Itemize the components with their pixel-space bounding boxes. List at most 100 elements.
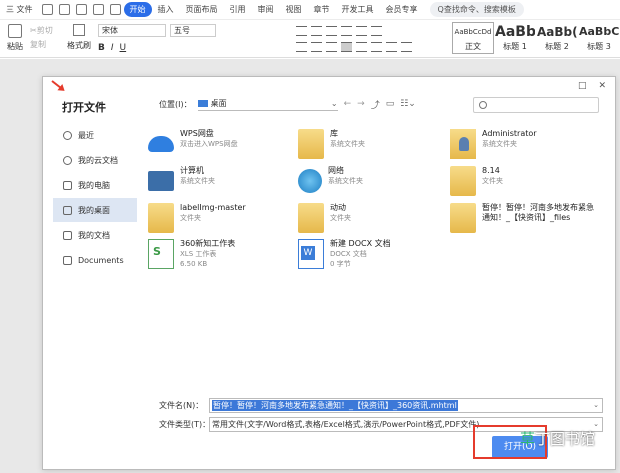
align-center-icon[interactable] <box>311 42 322 52</box>
style-preview: AaBb <box>495 24 535 40</box>
tab-dev-tools[interactable]: 开发工具 <box>336 4 380 15</box>
up-folder-icon[interactable]: ⤴ <box>371 98 380 111</box>
indent-icon[interactable] <box>341 26 352 36</box>
dialog-title: 打开文件 <box>62 101 106 114</box>
style-preview: AaBb( <box>537 25 577 39</box>
tab-start[interactable]: 开始 <box>123 2 152 17</box>
paste-label: 粘贴 <box>7 42 23 51</box>
file-item[interactable]: Administrator 系统文件夹 <box>450 129 600 163</box>
bullets-icon[interactable] <box>296 26 307 36</box>
file-item[interactable]: 计算机 系统文件夹 <box>148 166 298 200</box>
file-name: Administrator <box>482 129 537 138</box>
tab-member[interactable]: 会员专享 <box>380 4 424 15</box>
filename-input[interactable]: 暂停！暂停！河南多地发布紧急通知！_【快资讯】_360资讯.mhtml ⌄ <box>209 398 603 413</box>
view-menu-icon[interactable]: ☷⌄ <box>400 99 416 109</box>
sidebar-item-recent[interactable]: 最近 <box>53 123 137 147</box>
show-marks-icon[interactable] <box>371 26 382 36</box>
bold-button[interactable]: B <box>98 43 105 53</box>
maximize-icon[interactable]: □ <box>578 81 587 91</box>
file-item[interactable]: 8.14 文件夹 <box>450 166 600 200</box>
font-size-select[interactable]: 五号 <box>170 24 216 37</box>
paragraph-tools-row2 <box>296 42 412 52</box>
border-icon[interactable] <box>401 42 412 52</box>
watermark: 草丁图书馆 <box>520 428 595 449</box>
file-type: 双击进入WPS网盘 <box>180 140 238 148</box>
sidebar-item-my-computer[interactable]: 我的电脑 <box>53 173 137 197</box>
sidebar-item-label: 最近 <box>78 130 94 140</box>
sidebar-item-my-documents[interactable]: 我的文档 <box>53 223 137 247</box>
command-search[interactable]: Q查找命令、搜索模板 <box>429 2 524 17</box>
style-label: 正文 <box>465 42 481 51</box>
ribbon: 粘贴 ✂剪切 复制 格式刷 宋体 五号 B I U AaBbCcDd 正文 Aa… <box>0 20 620 58</box>
file-type: 系统文件夹 <box>330 140 365 148</box>
chevron-down-icon[interactable]: ⌄ <box>593 401 599 409</box>
paste-button[interactable]: 粘贴 <box>4 24 26 54</box>
save-icon[interactable] <box>41 4 53 15</box>
export-icon[interactable] <box>58 4 70 15</box>
file-type: 文件夹 <box>482 177 503 185</box>
sidebar-item-desktop[interactable]: 我的桌面 <box>53 198 137 222</box>
style-heading-2[interactable]: AaBb( 标题 2 <box>536 22 578 54</box>
tab-insert[interactable]: 插入 <box>152 4 180 15</box>
tab-section[interactable]: 章节 <box>308 4 336 15</box>
chevron-down-icon: ⌄ <box>593 420 599 428</box>
line-spacing-icon[interactable] <box>371 42 382 52</box>
location-label: 位置(I)： <box>159 99 192 109</box>
tab-review[interactable]: 审阅 <box>252 4 280 15</box>
file-menu[interactable]: 三 文件 <box>0 4 39 15</box>
font-select[interactable]: 宋体 <box>98 24 166 37</box>
sort-icon[interactable] <box>356 26 367 36</box>
watermark-text: 丁图书馆 <box>535 430 596 448</box>
undo-icon[interactable] <box>109 4 121 15</box>
file-name: 360新知工作表 <box>180 239 236 248</box>
numbering-icon[interactable] <box>311 26 322 36</box>
file-item[interactable]: 库系统文件夹 <box>298 129 448 163</box>
sidebar-item-label: 我的文档 <box>78 230 110 240</box>
new-folder-icon[interactable]: ▭ <box>386 99 395 109</box>
copy-button[interactable]: 复制 <box>30 38 66 52</box>
sidebar-item-documents[interactable]: Documents <box>53 248 137 272</box>
library-icon <box>298 129 324 159</box>
file-item[interactable]: WPS网盘 双击进入WPS网盘 <box>148 129 298 163</box>
filetype-label: 文件类型(T)： <box>159 420 211 429</box>
forward-icon[interactable]: → <box>357 99 365 109</box>
tab-view[interactable]: 视图 <box>280 4 308 15</box>
location-select[interactable]: 桌面 ⌄ <box>197 97 338 111</box>
tab-layout[interactable]: 页面布局 <box>180 4 224 15</box>
file-size: 6.50 KB <box>180 260 208 268</box>
close-icon[interactable]: ✕ <box>598 81 606 91</box>
back-icon[interactable]: ← <box>344 99 352 109</box>
filename-label: 文件名(N)： <box>159 401 204 410</box>
file-item[interactable]: 动动 文件夹 <box>298 203 448 237</box>
file-type: 文件夹 <box>180 214 201 222</box>
style-label: 标题 1 <box>503 42 527 51</box>
format-painter-button[interactable]: 格式刷 <box>66 24 92 51</box>
file-item[interactable]: labelImg-master 文件夹 <box>148 203 298 237</box>
open-file-dialog: □ ✕ 打开文件 最近 我的云文档 我的电脑 我的桌面 我的文档 Documen… <box>42 76 616 470</box>
search-input[interactable] <box>473 97 599 113</box>
underline-button[interactable]: U <box>120 43 127 53</box>
preview-icon[interactable] <box>92 4 104 15</box>
sidebar-item-cloud-docs[interactable]: 我的云文档 <box>53 148 137 172</box>
justify-icon[interactable] <box>341 42 352 52</box>
tab-reference[interactable]: 引用 <box>224 4 252 15</box>
folder-icon <box>298 203 324 233</box>
style-heading-1[interactable]: AaBb 标题 1 <box>494 22 536 54</box>
file-item[interactable]: 新建 DOCX 文档 DOCX 文档 0 字节 <box>298 239 448 279</box>
italic-button[interactable]: I <box>111 43 114 53</box>
distribute-icon[interactable] <box>356 42 367 52</box>
shading-icon[interactable] <box>386 42 397 52</box>
align-right-icon[interactable] <box>326 42 337 52</box>
window-controls: □ ✕ <box>578 81 606 91</box>
cloud-icon <box>148 136 174 152</box>
print-icon[interactable] <box>75 4 87 15</box>
align-left-icon[interactable] <box>296 42 307 52</box>
file-item[interactable]: 360新知工作表 XLS 工作表 6.50 KB <box>148 239 298 279</box>
outdent-icon[interactable] <box>326 26 337 36</box>
style-heading-3[interactable]: AaBbC 标题 3 <box>578 22 620 54</box>
styles-gallery: AaBbCcDd 正文 AaBb 标题 1 AaBb( 标题 2 AaBbC 标… <box>452 22 620 54</box>
cut-button[interactable]: ✂剪切 <box>30 24 66 38</box>
style-normal[interactable]: AaBbCcDd 正文 <box>452 22 494 54</box>
file-item[interactable]: 网络 系统文件夹 <box>298 166 448 200</box>
file-item[interactable]: 暂停！暂停！河南多地发布紧急 通知！_【快资讯】_files <box>450 203 608 237</box>
